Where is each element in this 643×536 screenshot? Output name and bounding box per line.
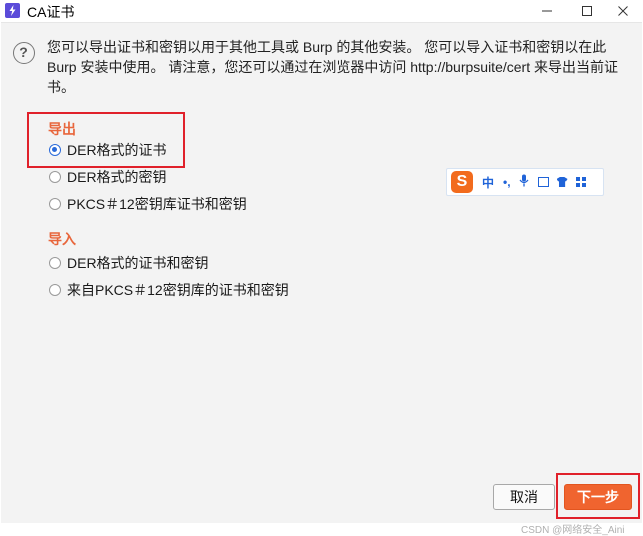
radio-button[interactable] [49, 144, 61, 156]
option-label: DER格式的证书 [67, 142, 167, 158]
dialog-content: ? 您可以导出证书和密钥以用于其他工具或 Burp 的其他安装。 您可以导入证书… [1, 22, 642, 536]
option-label: DER格式的密钥 [67, 169, 167, 185]
radio-button[interactable] [49, 198, 61, 210]
radio-export-der-cert[interactable]: DER格式的证书 [49, 140, 167, 160]
radio-export-der-key[interactable]: DER格式的密钥 [49, 167, 167, 187]
import-section-label: 导入 [48, 231, 76, 247]
maximize-button[interactable] [567, 0, 607, 22]
close-button[interactable] [603, 0, 643, 22]
cancel-button[interactable]: 取消 [493, 484, 555, 510]
description-text: 您可以导出证书和密钥以用于其他工具或 Burp 的其他安装。 您可以导入证书和密… [47, 39, 618, 95]
question-icon: ? [13, 42, 35, 64]
ime-toolbar[interactable]: S 中 •, [446, 168, 604, 196]
radio-button[interactable] [49, 257, 61, 269]
keyboard-icon[interactable] [537, 177, 549, 187]
watermark-text: CSDN @网络安全_Aini [521, 525, 625, 536]
radio-button[interactable] [49, 171, 61, 183]
option-label: 来自PKCS＃12密钥库的证书和密钥 [67, 282, 289, 298]
option-label: PKCS＃12密钥库证书和密钥 [67, 196, 247, 212]
burp-app-icon [5, 3, 20, 18]
radio-import-der[interactable]: DER格式的证书和密钥 [49, 253, 209, 273]
export-section-label: 导出 [48, 121, 76, 137]
minimize-button[interactable] [527, 0, 567, 22]
radio-button[interactable] [49, 284, 61, 296]
toolbox-grid-icon[interactable] [575, 177, 586, 187]
ime-mode-toggle[interactable]: 中 [482, 174, 494, 191]
option-label: DER格式的证书和密钥 [67, 255, 209, 271]
skin-icon[interactable] [556, 177, 568, 187]
next-button[interactable]: 下一步 [564, 484, 632, 510]
title-bar: CA证书 [0, 0, 643, 22]
ime-punctuation-toggle[interactable]: •, [503, 175, 511, 189]
sogou-logo-icon[interactable]: S [451, 171, 473, 193]
radio-import-pkcs12[interactable]: 来自PKCS＃12密钥库的证书和密钥 [49, 280, 289, 300]
radio-export-pkcs12[interactable]: PKCS＃12密钥库证书和密钥 [49, 194, 247, 214]
microphone-icon[interactable] [519, 174, 529, 190]
window-title: CA证书 [27, 4, 75, 20]
